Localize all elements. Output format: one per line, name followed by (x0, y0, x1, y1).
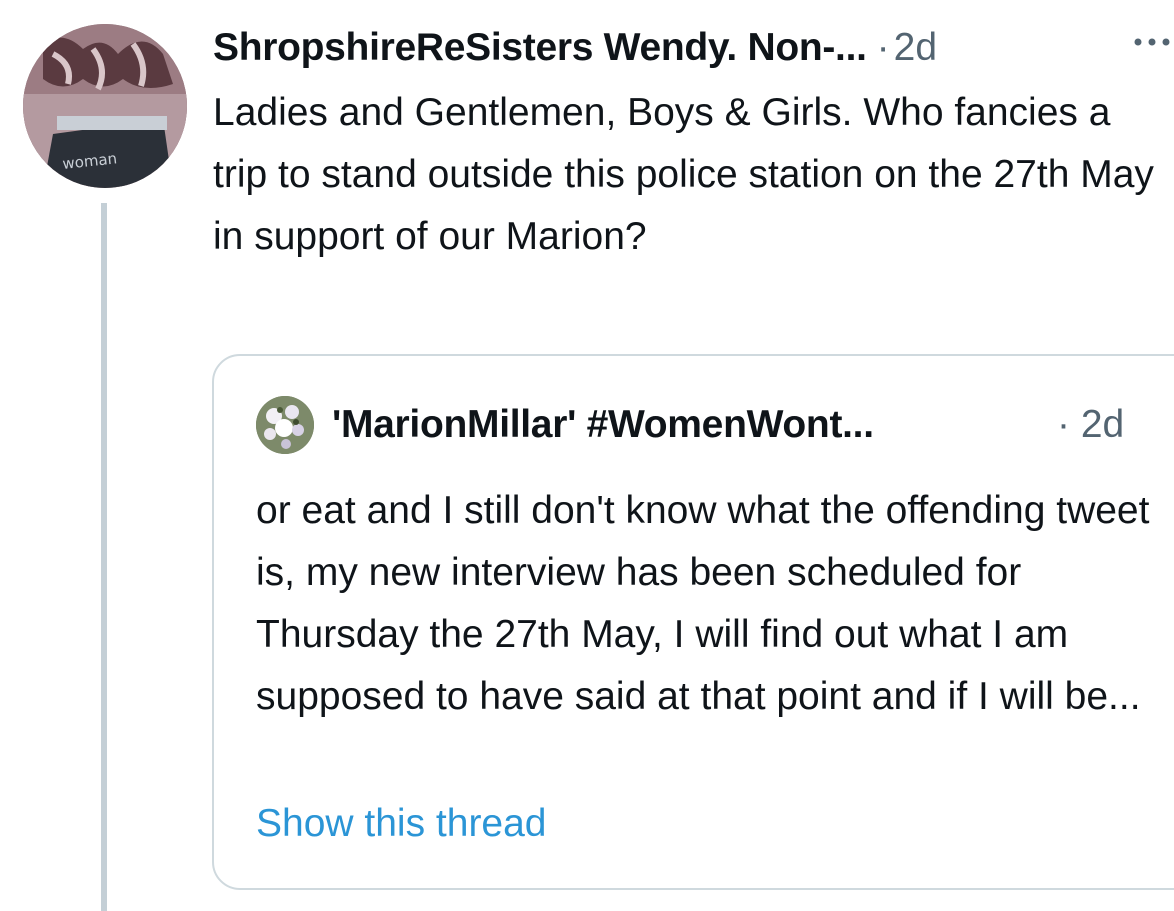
tweet-timestamp[interactable]: 2d (894, 26, 937, 70)
thread-line (101, 203, 107, 911)
flowers-avatar-image (256, 396, 314, 454)
quoted-tweet-header: 'MarionMillar' #WomenWont... (332, 400, 874, 450)
tweet-header: ShropshireReSisters Wendy. Non-... · 2d (213, 20, 937, 76)
header-separator: · (876, 26, 890, 69)
avatar-image: woman (23, 24, 187, 188)
more-horizontal-icon (1134, 38, 1170, 46)
quoted-tweet-card[interactable]: 'MarionMillar' #WomenWont... · 2d or eat… (212, 354, 1174, 890)
quoted-author-avatar (256, 396, 314, 454)
author-avatar[interactable]: woman (23, 24, 187, 188)
quoted-tweet-timestamp: · 2d (1057, 403, 1125, 446)
tweet-text: Ladies and Gentlemen, Boys & Girls. Who … (213, 91, 1154, 258)
quoted-author-display-name: 'MarionMillar' #WomenWont... (332, 403, 874, 446)
quoted-tweet-text: or eat and I still don't know what the o… (256, 489, 1150, 718)
more-options-icon[interactable] (1130, 22, 1174, 69)
show-thread-link[interactable]: Show this thread (256, 802, 547, 846)
author-display-name[interactable]: ShropshireReSisters Wendy. Non-... (213, 26, 867, 70)
